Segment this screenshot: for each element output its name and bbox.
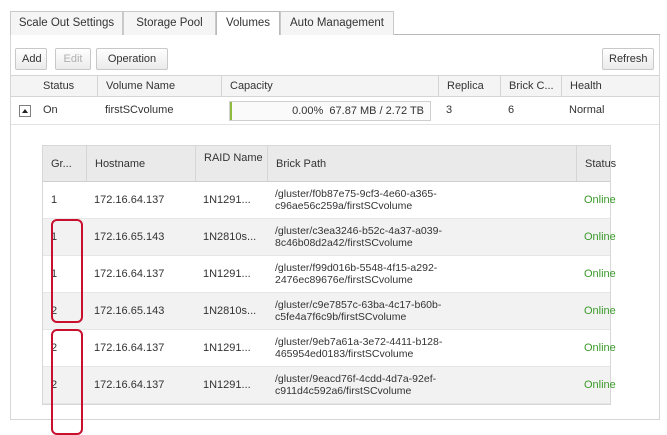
brick-path: /gluster/f99d016b-5548-4f15-a292- 2476ec8… xyxy=(267,256,576,292)
refresh-button[interactable]: Refresh xyxy=(602,48,654,70)
brick-path-line2: c5fe4a7f6c9b/firstSCvolume xyxy=(275,311,407,323)
brick-raid-name: 1N2810s... xyxy=(203,231,257,243)
add-button[interactable]: Add xyxy=(15,48,47,70)
column-header-replica[interactable]: Replica xyxy=(438,76,500,96)
brick-status: Online xyxy=(584,194,616,206)
brick-status: Online xyxy=(584,305,616,317)
capacity-bar: 0.00% 67.87 MB / 2.72 TB xyxy=(229,101,431,121)
brick-path: /gluster/9eacd76f-4cdd-4d7a-92ef-c911d4c… xyxy=(267,367,576,403)
brick-group: 2 xyxy=(51,379,58,391)
brick-row[interactable]: 2 172.16.64.137 1N1291... /gluster/9eb7a… xyxy=(43,330,616,367)
brick-path-line1: /gluster/f0b87e75-9cf3-4e60-a365- xyxy=(275,188,437,200)
capacity-percent: 0.00% xyxy=(292,105,324,117)
column-header-brick-status[interactable]: Status xyxy=(576,146,643,181)
capacity-value: 67.87 MB / 2.72 TB xyxy=(329,105,424,117)
tab-strip: Scale Out Settings Storage Pool Volumes … xyxy=(10,10,660,36)
column-header-status[interactable]: Status xyxy=(35,76,97,96)
brick-path-line1: /gluster/9eacd76f-4cdd-4d7a-92ef- xyxy=(275,373,437,385)
brick-raid-name: 1N1291... xyxy=(203,194,251,206)
brick-raid-name: 1N1291... xyxy=(203,379,251,391)
column-header-brick-count[interactable]: Brick C... xyxy=(500,76,561,96)
triangle-up-icon xyxy=(22,109,28,113)
volume-row[interactable]: On firstSCvolume 0.00% 67.87 MB / 2.72 T… xyxy=(11,97,659,125)
brick-status: Online xyxy=(584,268,616,280)
brick-group: 1 xyxy=(51,194,58,206)
brick-path: /gluster/f0b87e75-9cf3-4e60-a365- c96ae56… xyxy=(267,182,576,218)
brick-path: /gluster/c3ea3246-b52c-4a37-a039- 8c46b08… xyxy=(267,219,576,255)
brick-group: 2 xyxy=(51,342,58,354)
collapse-toggle[interactable] xyxy=(19,105,31,117)
brick-hostname: 172.16.64.137 xyxy=(94,379,165,391)
tab-scale-out-settings[interactable]: Scale Out Settings xyxy=(10,11,123,35)
brick-group: 1 xyxy=(51,268,58,280)
brick-path-line2: c911d4c592a6/firstSCvolume xyxy=(275,385,412,397)
tab-storage-pool[interactable]: Storage Pool xyxy=(123,11,216,35)
tab-auto-management[interactable]: Auto Management xyxy=(280,11,394,35)
volumes-panel: Add Edit Operation Refresh Status Volume… xyxy=(10,35,660,435)
operation-label: Operation xyxy=(107,53,157,65)
brick-row[interactable]: 1 172.16.64.137 1N1291... /gluster/f0b87… xyxy=(43,182,616,219)
column-header-group[interactable]: Gr... xyxy=(43,146,86,181)
bricks-table: Gr... Hostname RAID Name Brick Path Stat… xyxy=(42,145,616,435)
brick-status: Online xyxy=(584,379,616,391)
bricks-table-header: Gr... Hostname RAID Name Brick Path Stat… xyxy=(43,146,616,182)
brick-raid-name: 1N1291... xyxy=(203,342,251,354)
brick-path-line2: 465954ed0183/firstSCvolume xyxy=(275,348,414,360)
column-header-raid-name[interactable]: RAID Name xyxy=(195,146,267,181)
column-header-capacity[interactable]: Capacity xyxy=(221,76,438,96)
edit-button: Edit xyxy=(55,48,91,70)
capacity-bar-fill xyxy=(230,102,232,120)
column-header-hostname[interactable]: Hostname xyxy=(86,146,195,181)
brick-raid-name: 1N2810s... xyxy=(203,305,257,317)
tab-volumes[interactable]: Volumes xyxy=(216,11,280,36)
brick-status: Online xyxy=(584,231,616,243)
brick-path-line1: /gluster/9eb7a61a-3e72-4411-b128- xyxy=(275,336,443,348)
brick-path-line1: /gluster/f99d016b-5548-4f15-a292- xyxy=(275,262,438,274)
brick-path-line2: c96ae56c259a/firstSCvolume xyxy=(275,200,413,212)
volume-capacity: 0.00% 67.87 MB / 2.72 TB xyxy=(221,97,438,124)
brick-hostname: 172.16.65.143 xyxy=(94,305,165,317)
column-header-health[interactable]: Health xyxy=(561,76,659,96)
brick-row[interactable]: 2 172.16.64.137 1N1291... /gluster/9eacd… xyxy=(43,367,616,404)
brick-group: 2 xyxy=(51,305,58,317)
brick-path-line2: 2476ec89676e/firstSCvolume xyxy=(275,274,413,286)
operation-dropdown-button[interactable]: Operation xyxy=(96,48,168,82)
brick-row[interactable]: 1 172.16.64.137 1N1291... /gluster/f99d0… xyxy=(43,256,616,293)
brick-path-line1: /gluster/c9e7857c-63ba-4c17-b60b- xyxy=(275,299,442,311)
brick-hostname: 172.16.64.137 xyxy=(94,342,165,354)
volumes-table-header: Status Volume Name Capacity Replica Bric… xyxy=(11,75,659,97)
column-header-brick-path[interactable]: Brick Path xyxy=(267,146,576,181)
capacity-text: 0.00% 67.87 MB / 2.72 TB xyxy=(292,102,424,120)
volume-replica: 3 xyxy=(446,104,453,116)
brick-hostname: 172.16.64.137 xyxy=(94,194,165,206)
volume-status: On xyxy=(43,104,58,116)
brick-group: 1 xyxy=(51,231,58,243)
volume-brick-count: 6 xyxy=(508,104,515,116)
brick-path-line2: 8c46b08d2a42/firstSCvolume xyxy=(275,237,413,249)
brick-raid-name: 1N1291... xyxy=(203,268,251,280)
volume-name: firstSCvolume xyxy=(105,104,174,116)
brick-path-line1: /gluster/c3ea3246-b52c-4a37-a039- xyxy=(275,225,442,237)
brick-status: Online xyxy=(584,342,616,354)
volume-health: Normal xyxy=(569,104,605,116)
brick-row[interactable]: 2 172.16.65.143 1N2810s... /gluster/c9e7… xyxy=(43,293,616,330)
brick-path: /gluster/c9e7857c-63ba-4c17-b60b-c5fe4a7… xyxy=(267,293,576,329)
brick-hostname: 172.16.64.137 xyxy=(94,268,165,280)
column-header-volume-name[interactable]: Volume Name xyxy=(97,76,221,96)
brick-hostname: 172.16.65.143 xyxy=(94,231,165,243)
brick-path: /gluster/9eb7a61a-3e72-4411-b128- 465954e… xyxy=(267,330,576,366)
brick-row[interactable]: 1 172.16.65.143 1N2810s... /gluster/c3ea… xyxy=(43,219,616,256)
